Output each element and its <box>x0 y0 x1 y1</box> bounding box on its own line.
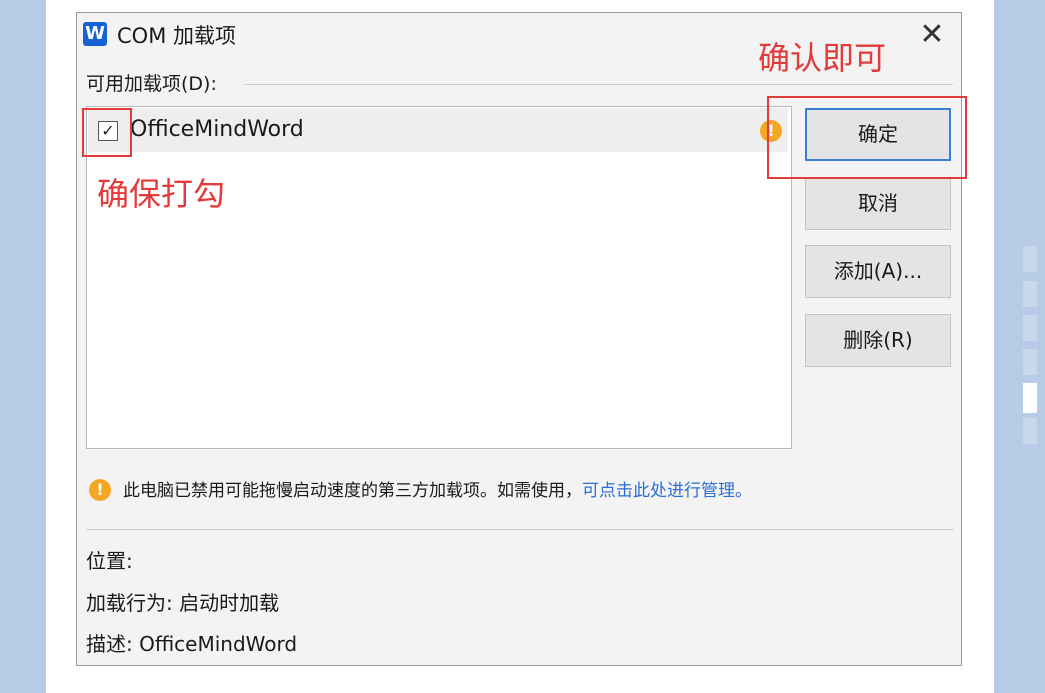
side-scroll-marker <box>1023 418 1037 444</box>
addin-name: OfficeMindWord <box>130 117 304 142</box>
close-icon[interactable]: ✕ <box>915 19 949 53</box>
annotation-confirm: 确认即可 <box>758 39 887 77</box>
side-scroll-marker-active <box>1023 383 1037 413</box>
side-scroll-marker <box>1023 315 1037 341</box>
load-behavior-info: 加载行为: 启动时加载 <box>86 591 280 615</box>
checkbox-highlight-box <box>82 108 132 157</box>
notice-text: 此电脑已禁用可能拖慢启动速度的第三方加载项。如需使用， <box>123 481 582 501</box>
cancel-button[interactable]: 取消 <box>805 177 951 230</box>
side-scroll-marker <box>1023 349 1037 375</box>
description-info: 描述: OfficeMindWord <box>86 632 298 656</box>
add-button[interactable]: 添加(A)... <box>805 245 951 298</box>
ok-button-highlight-box <box>767 96 967 179</box>
list-item[interactable]: ✓ OfficeMindWord <box>88 108 788 152</box>
annotation-check: 确保打勾 <box>97 175 226 213</box>
side-scroll-marker <box>1023 281 1037 307</box>
manage-addins-link[interactable]: 可点击此处进行管理。 <box>582 481 752 501</box>
warning-icon: ! <box>89 479 111 501</box>
side-scroll-marker <box>1023 246 1037 272</box>
info-divider <box>86 529 954 530</box>
addins-list[interactable]: ✓ OfficeMindWord <box>86 106 792 449</box>
wps-writer-icon: W <box>83 22 107 46</box>
location-info: 位置: <box>86 549 133 573</box>
remove-button[interactable]: 删除(R) <box>805 314 951 367</box>
available-addins-label: 可用加载项(D): <box>86 73 217 95</box>
dialog-title: COM 加载项 <box>117 24 236 48</box>
section-divider <box>245 84 953 85</box>
disabled-addins-notice: 此电脑已禁用可能拖慢启动速度的第三方加载项。如需使用，可点击此处进行管理。 <box>123 478 752 504</box>
